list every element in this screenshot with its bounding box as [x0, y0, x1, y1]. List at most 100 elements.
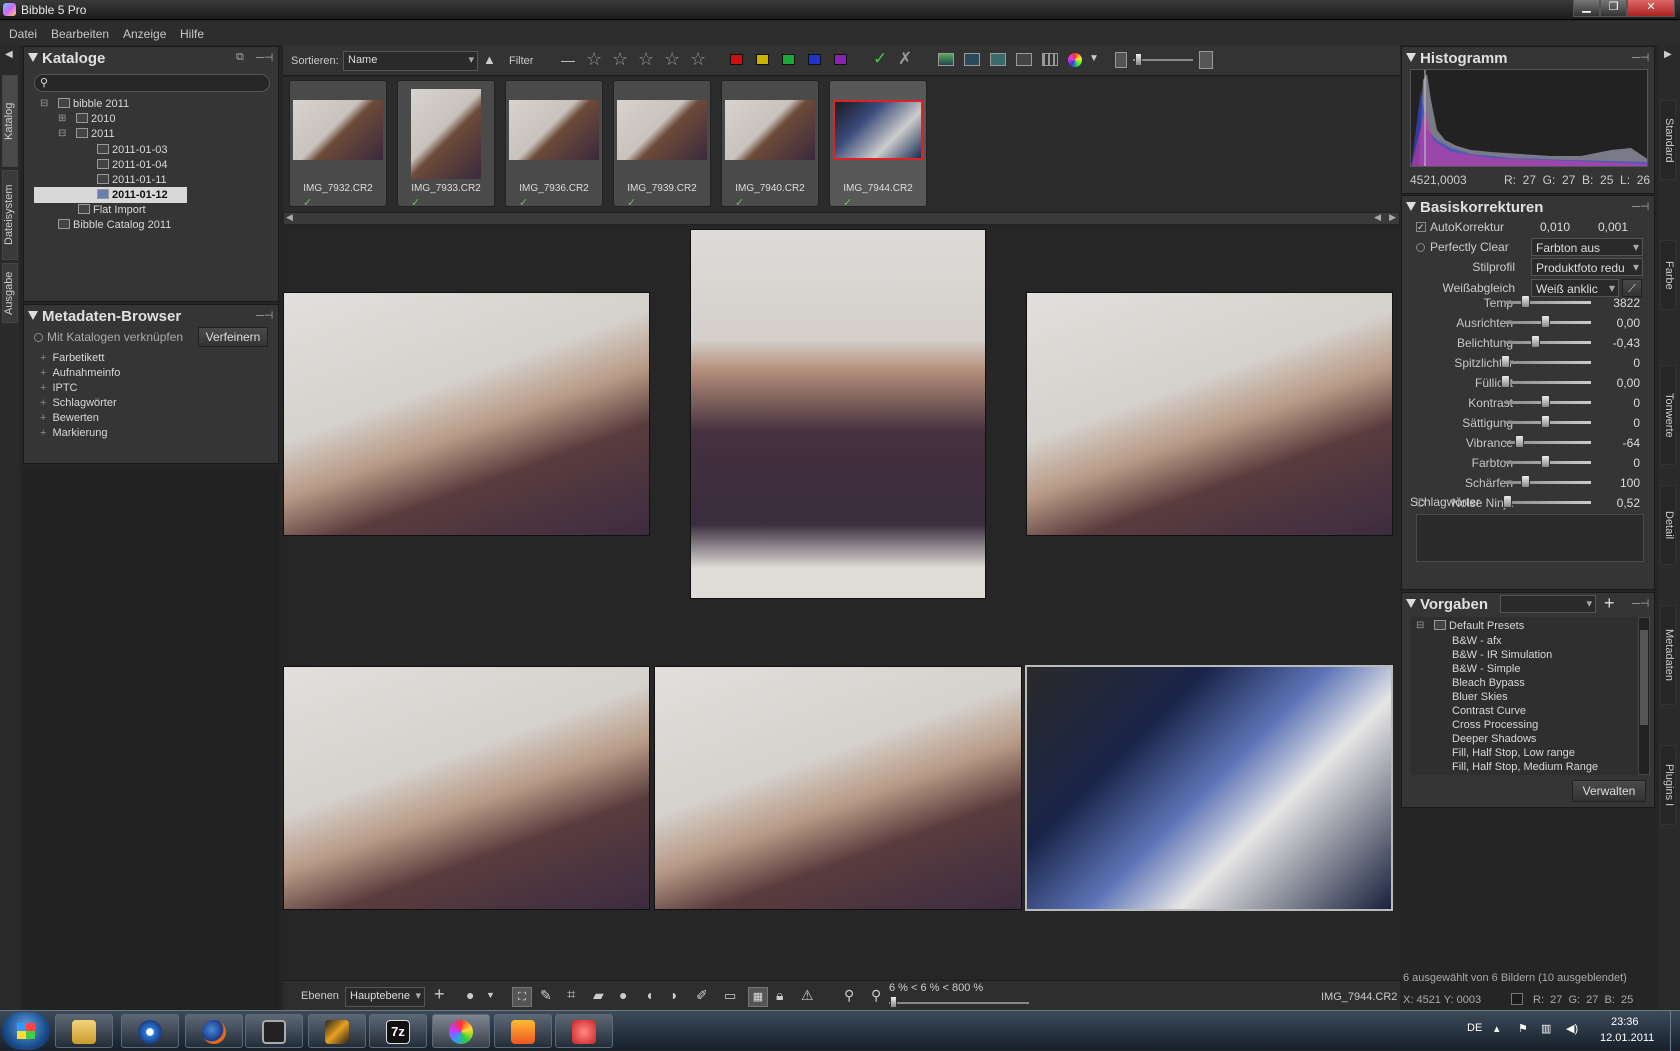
- grid-view-icon[interactable]: ▦: [748, 987, 768, 1007]
- thumbnail[interactable]: IMG_7936.CR2 ✓: [505, 80, 603, 209]
- perfectly-clear-checkbox[interactable]: [1416, 243, 1425, 252]
- tree-folder-2010[interactable]: 2010: [76, 113, 115, 125]
- slider-track[interactable]: [1505, 341, 1591, 344]
- minimize-button[interactable]: ▁: [1573, 0, 1600, 17]
- slider-track[interactable]: [1505, 301, 1591, 304]
- sort-select[interactable]: Name: [343, 51, 478, 71]
- slider-knob[interactable]: [1541, 395, 1550, 408]
- preset-item[interactable]: B&W - afx: [1452, 635, 1502, 647]
- meta-item-bewerten[interactable]: + Bewerten: [40, 412, 99, 424]
- thumb-small-icon[interactable]: [1115, 52, 1127, 68]
- thumbnail-scrollbar[interactable]: ◀ ◀ ▶: [283, 212, 1400, 225]
- star-5-icon[interactable]: ☆: [690, 49, 706, 70]
- menu-hilfe[interactable]: Hilfe: [180, 27, 204, 41]
- taskbar-terminal[interactable]: [245, 1014, 303, 1048]
- tab-farbe[interactable]: Farbe: [1660, 240, 1676, 310]
- tab-standard[interactable]: Standard: [1660, 100, 1676, 180]
- slider-knob[interactable]: [1502, 495, 1512, 508]
- taskbar-snipping[interactable]: [555, 1014, 613, 1048]
- tree-folder-2011-01-04[interactable]: 2011-01-04: [97, 159, 167, 171]
- preset-item[interactable]: Bluer Skies: [1452, 691, 1508, 703]
- star-3-icon[interactable]: ☆: [638, 49, 654, 70]
- tree-catalog-bibble-2011[interactable]: bibble 2011: [58, 98, 129, 110]
- preset-item[interactable]: Deeper Shadows: [1452, 733, 1536, 745]
- pin-icon[interactable]: ─⊣: [1632, 200, 1650, 213]
- perfectly-clear-select[interactable]: Farbton aus: [1531, 238, 1643, 256]
- slider-knob[interactable]: [1541, 315, 1550, 328]
- filter-button[interactable]: Filter: [509, 55, 533, 67]
- taskbar-explorer[interactable]: [55, 1014, 113, 1048]
- monitor-icon[interactable]: ▭: [724, 988, 736, 1004]
- star-1-icon[interactable]: ☆: [586, 49, 602, 70]
- add-layer-icon[interactable]: +: [434, 984, 445, 1005]
- meta-item-farbetikett[interactable]: + Farbetikett: [40, 352, 104, 364]
- slider-knob[interactable]: [1515, 435, 1525, 448]
- tab-plugins[interactable]: Plugins I: [1660, 745, 1676, 825]
- zoom-slider[interactable]: [889, 1002, 1029, 1004]
- fit-screen-icon[interactable]: ⛶: [512, 987, 532, 1007]
- layer-select[interactable]: Hauptebene: [345, 987, 425, 1007]
- star-4-icon[interactable]: ☆: [664, 49, 680, 70]
- slider-knob[interactable]: [1541, 455, 1550, 468]
- start-button[interactable]: [2, 1012, 50, 1050]
- tag-check-icon[interactable]: ✓: [873, 49, 887, 69]
- catalog-add-icon[interactable]: ⧉: [236, 51, 254, 63]
- expander-icon[interactable]: ⊞: [58, 113, 66, 124]
- keywords-input[interactable]: [1416, 514, 1644, 562]
- show-desktop-button[interactable]: [1670, 1011, 1680, 1051]
- slider-track[interactable]: [1505, 481, 1591, 484]
- taskbar-7zip[interactable]: 7z: [369, 1014, 427, 1048]
- menu-datei[interactable]: Datei: [9, 27, 37, 41]
- tab-tonwerte[interactable]: Tonwerte: [1660, 365, 1676, 465]
- slider-knob[interactable]: [1521, 475, 1530, 488]
- thumbnail-selected[interactable]: IMG_7944.CR2 ✓: [829, 80, 927, 209]
- presets-scrollbar[interactable]: [1638, 617, 1650, 775]
- auto-correct-checkbox[interactable]: ✓: [1416, 222, 1426, 232]
- star-2-icon[interactable]: ☆: [612, 49, 628, 70]
- expander-icon[interactable]: ⊟: [1416, 620, 1424, 631]
- tab-metadaten[interactable]: Metadaten: [1660, 605, 1676, 705]
- slider-knob[interactable]: [1501, 355, 1510, 368]
- pen-icon[interactable]: ✐: [696, 987, 708, 1004]
- view-list-icon[interactable]: [964, 53, 980, 66]
- scroll-right-icon[interactable]: ▶: [1389, 212, 1396, 223]
- chevron-down-icon[interactable]: ▼: [1089, 53, 1099, 64]
- tab-dateisystem[interactable]: Dateisystem: [2, 170, 18, 260]
- zoom-in-icon[interactable]: ⚲: [871, 987, 881, 1004]
- meta-item-iptc[interactable]: + IPTC: [40, 382, 78, 394]
- slider-knob[interactable]: [1501, 375, 1510, 388]
- preset-item[interactable]: Fill, Half Stop, Medium Range: [1452, 761, 1598, 773]
- volume-icon[interactable]: ◀): [1566, 1022, 1578, 1035]
- scrollbar-thumb[interactable]: [1640, 630, 1648, 725]
- photo-7933[interactable]: [690, 229, 986, 599]
- zoom-slider-knob[interactable]: [890, 996, 897, 1008]
- reject-x-icon[interactable]: ✗: [898, 49, 912, 69]
- taskbar-firefox[interactable]: [185, 1014, 243, 1048]
- tree-folder-2011[interactable]: 2011: [76, 128, 115, 140]
- thumb-size-knob[interactable]: [1135, 53, 1142, 66]
- brush-icon[interactable]: ◗: [670, 987, 678, 1003]
- tab-detail[interactable]: Detail: [1660, 485, 1676, 565]
- tree-folder-2011-01-12[interactable]: 2011-01-12: [97, 189, 168, 201]
- taskbar-bibble[interactable]: [432, 1014, 490, 1048]
- link-catalogs-checkbox[interactable]: [34, 333, 43, 342]
- menu-bearbeiten[interactable]: Bearbeiten: [51, 27, 109, 41]
- color-wheel-icon[interactable]: [1068, 53, 1082, 67]
- collapse-left-icon[interactable]: ◀: [5, 49, 13, 60]
- taskbar-app[interactable]: [494, 1014, 552, 1048]
- preset-item[interactable]: Fill, Half Stop, Low range: [1452, 747, 1575, 759]
- thumbnail[interactable]: IMG_7933.CR2 ✓: [397, 80, 495, 209]
- menu-anzeige[interactable]: Anzeige: [123, 27, 166, 41]
- action-center-icon[interactable]: ⚑: [1518, 1022, 1528, 1035]
- slider-knob[interactable]: [1541, 415, 1550, 428]
- photo-7936[interactable]: [1026, 292, 1393, 536]
- tree-bibble-catalog-2011[interactable]: Bibble Catalog 2011: [58, 219, 171, 231]
- color-label-blue[interactable]: [808, 54, 821, 65]
- collapse-right-icon[interactable]: ▶: [1664, 49, 1672, 60]
- pin-icon[interactable]: ─⊣: [1632, 51, 1650, 64]
- color-label-green[interactable]: [782, 54, 795, 65]
- color-label-red[interactable]: [730, 54, 743, 65]
- scroll-left-icon[interactable]: ◀: [286, 212, 293, 223]
- photo-7944-selected[interactable]: [1025, 665, 1393, 911]
- close-button[interactable]: ✕: [1627, 0, 1675, 17]
